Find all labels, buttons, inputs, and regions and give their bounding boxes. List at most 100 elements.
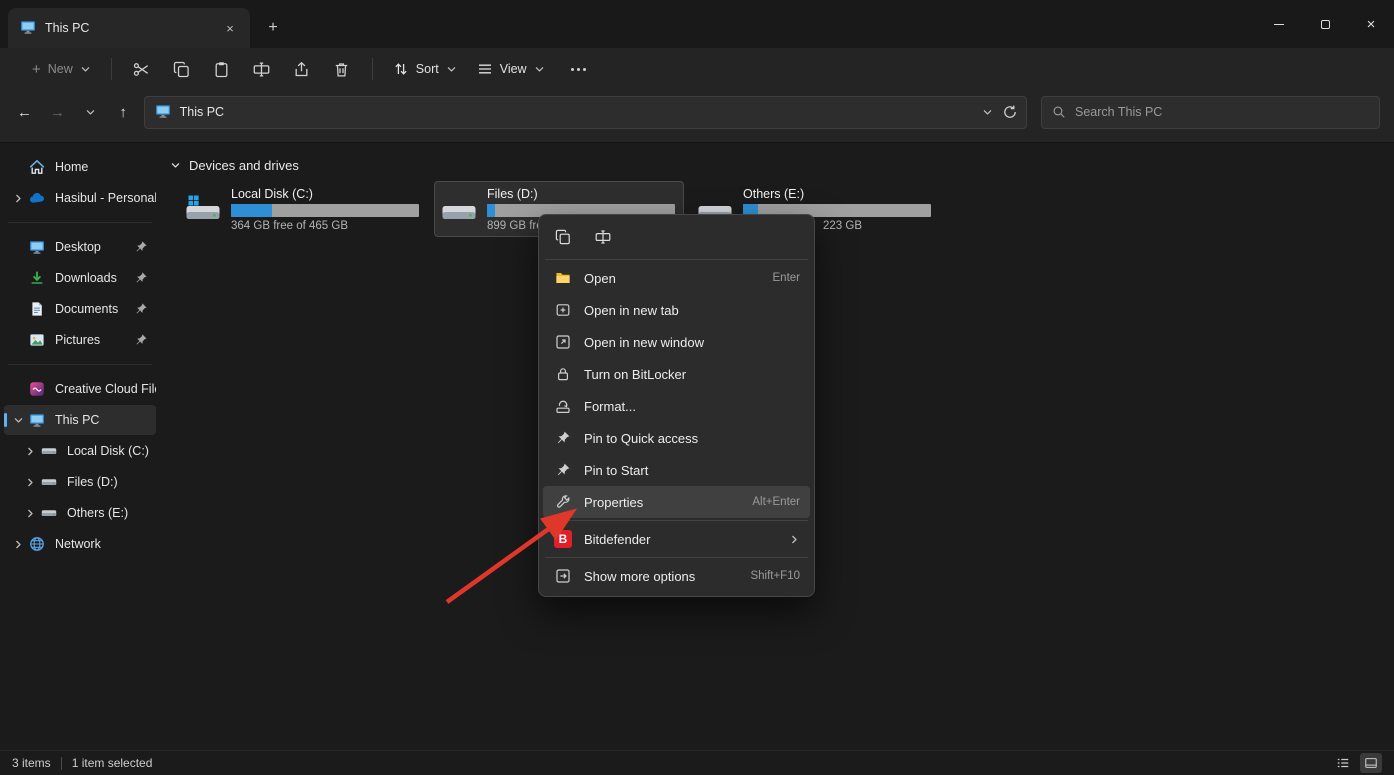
recent-locations-button[interactable] bbox=[74, 96, 107, 128]
this-pc-icon bbox=[155, 103, 171, 122]
new-tab-icon bbox=[553, 302, 573, 318]
rename-icon bbox=[253, 61, 270, 78]
window-controls: × bbox=[1256, 0, 1394, 48]
drive-icon bbox=[40, 474, 58, 490]
chevron-right-icon[interactable] bbox=[25, 508, 36, 519]
sidebar-item-label: Others (E:) bbox=[67, 506, 128, 520]
view-button[interactable]: View bbox=[467, 55, 555, 83]
sidebar-item-pictures[interactable]: Pictures bbox=[4, 325, 156, 355]
address-bar[interactable]: This PC bbox=[144, 96, 1027, 129]
pictures-icon bbox=[28, 332, 46, 348]
sort-button-label: Sort bbox=[416, 62, 439, 76]
sidebar-item-onedrive[interactable]: Hasibul - Personal bbox=[4, 183, 156, 213]
menu-item-open[interactable]: Open Enter bbox=[543, 262, 810, 294]
sort-button[interactable]: Sort bbox=[383, 55, 467, 83]
chevron-right-icon[interactable] bbox=[25, 446, 36, 457]
share-button[interactable] bbox=[282, 53, 322, 85]
collapse-chevron-icon[interactable] bbox=[170, 160, 181, 171]
sidebar-item-files-d[interactable]: Files (D:) bbox=[4, 467, 156, 497]
close-button[interactable]: × bbox=[1348, 0, 1394, 48]
sidebar-item-label: Home bbox=[55, 160, 88, 174]
chevron-down-icon[interactable] bbox=[13, 415, 24, 426]
search-icon bbox=[1052, 105, 1066, 119]
large-thumbnails-view-button[interactable] bbox=[1360, 753, 1382, 773]
search-box[interactable]: Search This PC bbox=[1041, 96, 1380, 129]
menu-item-label: Open in new window bbox=[584, 335, 704, 350]
sidebar-item-local-disk-c[interactable]: Local Disk (C:) bbox=[4, 436, 156, 466]
chevron-right-icon[interactable] bbox=[25, 477, 36, 488]
delete-button[interactable] bbox=[322, 53, 362, 85]
sidebar-item-label: Local Disk (C:) bbox=[67, 444, 149, 458]
menu-separator bbox=[545, 259, 808, 260]
menu-item-label: Format... bbox=[584, 399, 636, 414]
rename-button[interactable] bbox=[242, 53, 282, 85]
menu-item-label: Properties bbox=[584, 495, 643, 510]
up-button[interactable]: ↑ bbox=[107, 96, 140, 128]
downloads-icon bbox=[28, 270, 46, 286]
wrench-icon bbox=[553, 494, 573, 510]
menu-item-label: Turn on BitLocker bbox=[584, 367, 686, 382]
maximize-icon bbox=[1321, 20, 1330, 29]
pin-icon bbox=[134, 302, 148, 316]
trash-icon bbox=[333, 61, 350, 78]
sidebar-item-network[interactable]: Network bbox=[4, 529, 156, 559]
drive-name: Others (E:) bbox=[743, 187, 933, 201]
new-tab-button[interactable]: + bbox=[258, 13, 288, 43]
sidebar-item-others-e[interactable]: Others (E:) bbox=[4, 498, 156, 528]
menu-item-open-in-new-window[interactable]: Open in new window bbox=[543, 326, 810, 358]
menu-item-properties[interactable]: Properties Alt+Enter bbox=[543, 486, 810, 518]
sidebar-item-desktop[interactable]: Desktop bbox=[4, 232, 156, 262]
drive-name: Local Disk (C:) bbox=[231, 187, 421, 201]
see-more-button[interactable] bbox=[555, 68, 602, 71]
paste-button[interactable] bbox=[202, 53, 242, 85]
sidebar-item-documents[interactable]: Documents bbox=[4, 294, 156, 324]
menu-item-pin-to-quick-access[interactable]: Pin to Quick access bbox=[543, 422, 810, 454]
new-button[interactable]: + New bbox=[22, 56, 101, 83]
sidebar-item-label: Hasibul - Personal bbox=[55, 191, 156, 205]
plus-icon: + bbox=[32, 62, 41, 77]
menu-shortcut: Shift+F10 bbox=[750, 570, 800, 582]
menu-item-bitdefender[interactable]: B Bitdefender bbox=[543, 523, 810, 555]
drive-tile-local-disk-c[interactable]: Local Disk (C:) 364 GB free of 465 GB bbox=[178, 181, 428, 237]
breadcrumb[interactable]: This PC bbox=[180, 105, 224, 119]
new-button-label: New bbox=[48, 62, 73, 76]
menu-item-pin-to-start[interactable]: Pin to Start bbox=[543, 454, 810, 486]
pin-icon bbox=[134, 240, 148, 254]
minimize-button[interactable] bbox=[1256, 0, 1302, 48]
drive-icon bbox=[40, 505, 58, 521]
bitdefender-icon: B bbox=[554, 530, 572, 548]
menu-copy-button[interactable] bbox=[547, 223, 579, 251]
sidebar-item-creative-cloud-files[interactable]: Creative Cloud Files bbox=[4, 374, 156, 404]
drive-icon bbox=[40, 443, 58, 459]
copy-button[interactable] bbox=[162, 53, 202, 85]
tab-close-button[interactable]: × bbox=[218, 16, 242, 40]
desktop-icon bbox=[28, 239, 46, 255]
sidebar-item-home[interactable]: Home bbox=[4, 152, 156, 182]
menu-item-turn-on-bitlocker[interactable]: Turn on BitLocker bbox=[543, 358, 810, 390]
menu-item-label: Open bbox=[584, 271, 616, 286]
forward-button[interactable]: → bbox=[41, 96, 74, 128]
sidebar-item-this-pc[interactable]: This PC bbox=[4, 405, 156, 435]
sidebar-separator bbox=[8, 364, 152, 365]
refresh-icon[interactable] bbox=[1002, 104, 1018, 120]
maximize-button[interactable] bbox=[1302, 0, 1348, 48]
devices-and-drives-header[interactable]: Devices and drives bbox=[170, 158, 1394, 173]
cut-button[interactable] bbox=[122, 53, 162, 85]
chevron-down-icon bbox=[80, 64, 91, 75]
menu-item-format[interactable]: Format... bbox=[543, 390, 810, 422]
chevron-right-icon[interactable] bbox=[13, 193, 24, 204]
back-button[interactable]: ← bbox=[8, 96, 41, 128]
menu-item-open-in-new-tab[interactable]: Open in new tab bbox=[543, 294, 810, 326]
menu-item-label: Bitdefender bbox=[584, 532, 651, 547]
tab-this-pc[interactable]: This PC × bbox=[8, 8, 250, 48]
address-dropdown-icon[interactable] bbox=[982, 107, 993, 118]
capacity-bar-fill bbox=[487, 204, 495, 217]
sidebar-item-downloads[interactable]: Downloads bbox=[4, 263, 156, 293]
command-toolbar: + New Sort View bbox=[0, 48, 1394, 90]
chevron-right-icon[interactable] bbox=[13, 539, 24, 550]
menu-item-show-more-options[interactable]: Show more options Shift+F10 bbox=[543, 560, 810, 592]
menu-item-label: Show more options bbox=[584, 569, 695, 584]
details-view-button[interactable] bbox=[1332, 753, 1354, 773]
menu-rename-button[interactable] bbox=[587, 223, 619, 251]
sidebar-item-label: Files (D:) bbox=[67, 475, 118, 489]
